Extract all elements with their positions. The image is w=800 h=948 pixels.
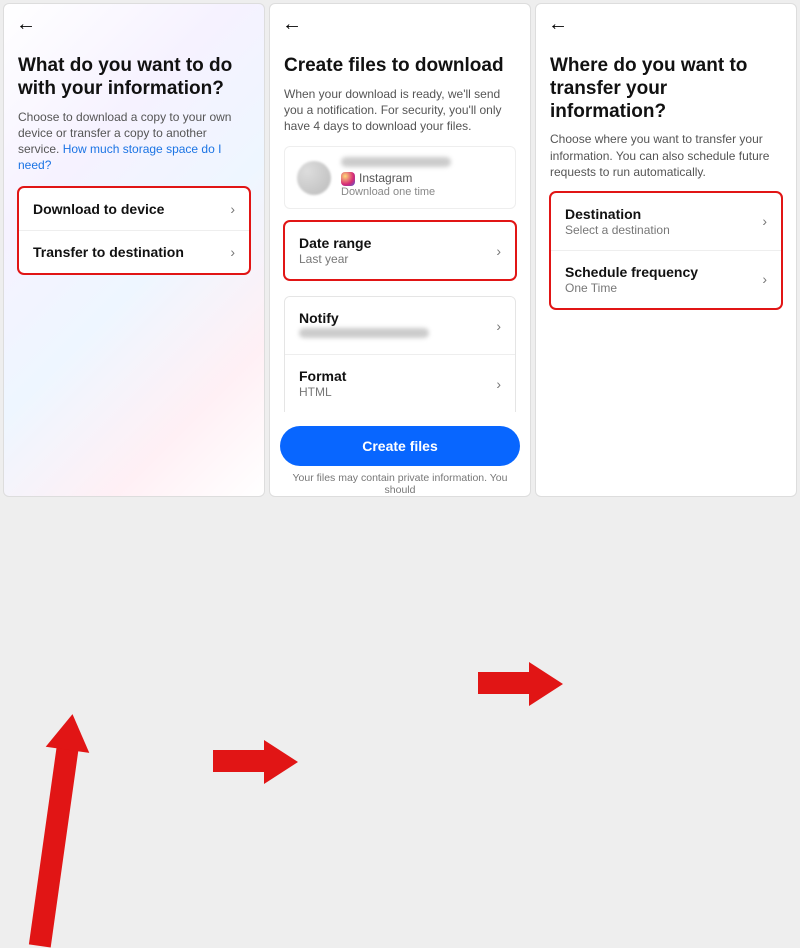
- row-value: Select a destination: [565, 223, 670, 237]
- date-range-block: Date range Last year ›: [284, 221, 516, 280]
- screen-transfer-destination: ← Where do you want to transfer your inf…: [535, 3, 797, 497]
- account-service: Instagram: [341, 171, 451, 186]
- page-title: Create files to download: [284, 55, 516, 78]
- create-files-button[interactable]: Create files: [280, 426, 520, 466]
- chevron-right-icon: ›: [230, 244, 235, 260]
- account-note: Download one time: [341, 186, 451, 198]
- avatar: [297, 161, 331, 195]
- back-icon[interactable]: ←: [16, 14, 36, 34]
- account-card[interactable]: Instagram Download one time: [284, 146, 516, 209]
- page-subtitle: Choose where you want to transfer your i…: [550, 131, 782, 180]
- page-subtitle: When your download is ready, we'll send …: [284, 86, 516, 135]
- screen-what-to-do: ← What do you want to do with your infor…: [3, 3, 265, 497]
- row-label: Format: [299, 368, 346, 384]
- options-block: Notify › Format HTML › Media quality Me: [284, 296, 516, 412]
- row-label: Schedule frequency: [565, 264, 698, 280]
- page-title: What do you want to do with your informa…: [18, 55, 250, 101]
- transfer-options-block: Destination Select a destination › Sched…: [550, 192, 782, 309]
- row-label: Date range: [299, 235, 371, 251]
- schedule-frequency-row[interactable]: Schedule frequency One Time ›: [551, 251, 781, 308]
- row-value: One Time: [565, 281, 698, 295]
- chevron-right-icon: ›: [496, 376, 501, 392]
- date-range-row[interactable]: Date range Last year ›: [285, 222, 515, 279]
- chevron-right-icon: ›: [496, 243, 501, 259]
- row-value: Last year: [299, 252, 371, 266]
- format-row[interactable]: Format HTML ›: [285, 355, 515, 412]
- back-icon[interactable]: ←: [548, 14, 568, 34]
- row-value: HTML: [299, 385, 346, 399]
- row-label: Transfer to destination: [33, 244, 184, 260]
- destination-row[interactable]: Destination Select a destination ›: [551, 193, 781, 251]
- back-icon[interactable]: ←: [282, 14, 302, 34]
- chevron-right-icon: ›: [762, 271, 767, 287]
- notify-row[interactable]: Notify ›: [285, 297, 515, 355]
- transfer-to-destination-row[interactable]: Transfer to destination ›: [19, 231, 249, 273]
- download-to-device-row[interactable]: Download to device ›: [19, 188, 249, 231]
- chevron-right-icon: ›: [230, 201, 235, 217]
- chevron-right-icon: ›: [496, 318, 501, 334]
- row-label: Notify: [299, 310, 429, 326]
- page-subtitle: Choose to download a copy to your own de…: [18, 109, 250, 174]
- instagram-icon: [341, 172, 355, 186]
- screen-create-files: ← Create files to download When your dow…: [269, 3, 531, 497]
- action-menu: Download to device › Transfer to destina…: [18, 187, 250, 274]
- row-value-redacted: [299, 327, 429, 341]
- page-title: Where do you want to transfer your infor…: [550, 55, 782, 123]
- privacy-footnote: Your files may contain private informati…: [270, 472, 530, 496]
- row-label: Destination: [565, 206, 670, 222]
- chevron-right-icon: ›: [762, 213, 767, 229]
- account-name-redacted: [341, 157, 451, 167]
- row-label: Download to device: [33, 201, 164, 217]
